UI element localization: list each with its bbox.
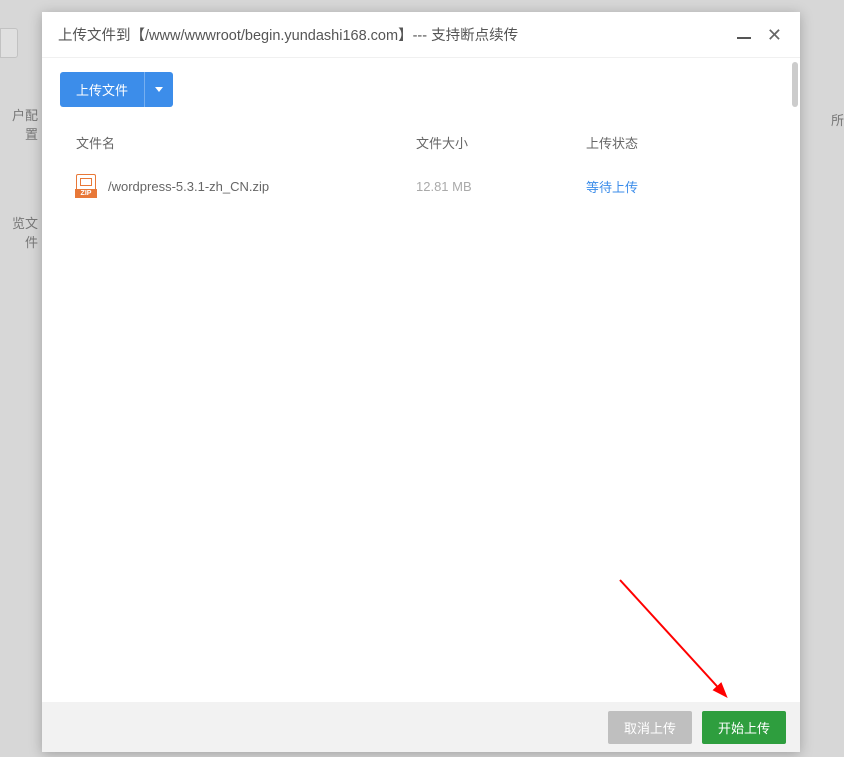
file-name-cell: ZIP /wordpress-5.3.1-zh_CN.zip	[76, 174, 416, 198]
upload-dropdown-button[interactable]	[144, 72, 173, 107]
header-status: 上传状态	[586, 133, 766, 152]
dialog-window-controls: ✕	[737, 24, 784, 46]
file-size-cell: 12.81 MB	[416, 179, 586, 194]
caret-down-icon	[155, 87, 163, 92]
dialog-body: 上传文件 文件名 文件大小 上传状态 ZIP /wordpress-5.3.1-…	[42, 58, 800, 702]
close-icon[interactable]: ✕	[765, 24, 784, 46]
upload-button-group: 上传文件	[60, 72, 173, 107]
file-name-text: /wordpress-5.3.1-zh_CN.zip	[108, 179, 269, 194]
dialog-footer: 取消上传 开始上传	[42, 702, 800, 752]
table-row: ZIP /wordpress-5.3.1-zh_CN.zip 12.81 MB …	[60, 162, 782, 210]
dialog-title: 上传文件到【/www/wwwroot/begin.yundashi168.com…	[58, 24, 737, 45]
start-upload-button[interactable]: 开始上传	[702, 711, 786, 744]
dialog-header: 上传文件到【/www/wwwroot/begin.yundashi168.com…	[42, 12, 800, 58]
file-table: 文件名 文件大小 上传状态 ZIP /wordpress-5.3.1-zh_CN…	[60, 123, 782, 210]
minimize-icon[interactable]	[737, 37, 751, 39]
zip-file-icon: ZIP	[76, 174, 96, 198]
file-status-cell[interactable]: 等待上传	[586, 177, 766, 196]
header-filesize: 文件大小	[416, 133, 586, 152]
scrollbar-thumb[interactable]	[792, 62, 798, 107]
upload-dialog: 上传文件到【/www/wwwroot/begin.yundashi168.com…	[42, 12, 800, 752]
table-header-row: 文件名 文件大小 上传状态	[60, 123, 782, 162]
cancel-upload-button[interactable]: 取消上传	[608, 711, 692, 744]
upload-file-button[interactable]: 上传文件	[60, 72, 144, 107]
header-filename: 文件名	[76, 133, 416, 152]
